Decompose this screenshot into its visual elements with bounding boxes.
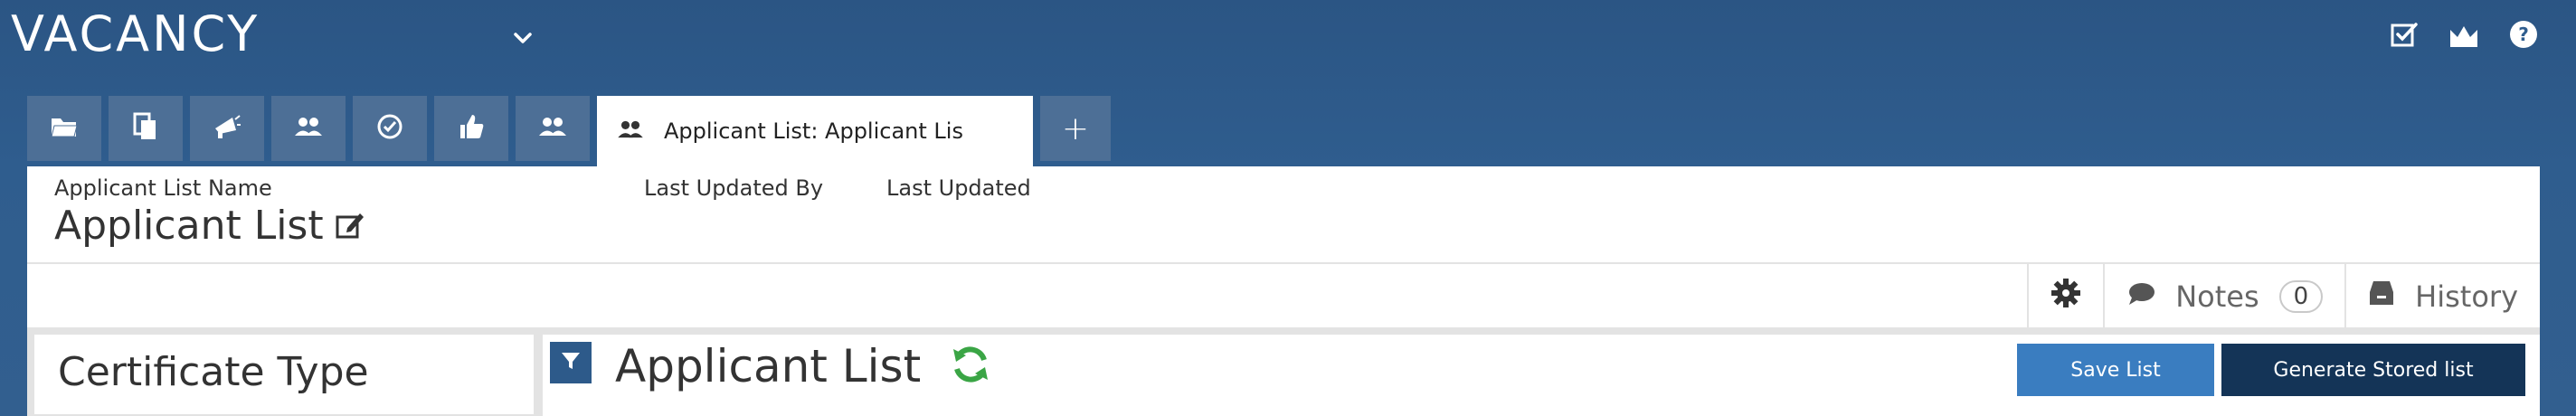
- record-tabs: Applicant List: Applicant List 2 +: [27, 96, 1111, 166]
- help-icon[interactable]: ?: [2507, 18, 2540, 51]
- people-icon: [294, 116, 323, 141]
- tab-documents[interactable]: [109, 96, 183, 161]
- megaphone-icon: [213, 114, 242, 143]
- tab-applicant-list-active[interactable]: Applicant List: Applicant List 2: [597, 96, 1033, 166]
- save-list-button[interactable]: Save List: [2017, 344, 2214, 396]
- app-title: VACANCY: [11, 5, 260, 62]
- last-updated-by-label: Last Updated By: [644, 175, 824, 201]
- people-icon: [538, 116, 567, 141]
- panel-toolbar: Notes 0 History: [27, 262, 2540, 329]
- gear-icon: [2050, 278, 2081, 316]
- tab-applicants[interactable]: [271, 96, 346, 161]
- applicant-list-panel: Applicant List Name Applicant List Last …: [27, 166, 2540, 416]
- filter-button[interactable]: [550, 342, 592, 383]
- tab-approval[interactable]: [434, 96, 508, 161]
- documents-icon: [133, 112, 158, 145]
- check-circle-icon: [376, 113, 403, 144]
- notes-button[interactable]: Notes 0: [2105, 264, 2347, 329]
- tab-review[interactable]: [353, 96, 427, 161]
- notes-label: Notes: [2175, 279, 2259, 314]
- notes-count-badge: 0: [2278, 280, 2324, 313]
- list-name-value: Applicant List: [54, 203, 324, 249]
- active-tab-label: Applicant List: Applicant List 2: [664, 118, 962, 144]
- svg-text:?: ?: [2518, 24, 2529, 45]
- applicant-list-content: Applicant List Save List Generate Stored…: [543, 335, 2540, 416]
- history-button[interactable]: History: [2346, 264, 2540, 329]
- applicant-list-workspace: Certificate Type Applicant List Save Lis…: [27, 327, 2540, 416]
- tab-announcements[interactable]: [190, 96, 264, 161]
- generate-stored-list-button[interactable]: Generate Stored list: [2221, 344, 2525, 396]
- edit-icon[interactable]: [335, 210, 365, 241]
- certificate-type-title: Certificate Type: [58, 349, 369, 395]
- plus-icon: +: [1061, 109, 1090, 147]
- thumbs-up-icon: [459, 113, 484, 144]
- people-icon: [617, 119, 644, 143]
- tab-folder[interactable]: [27, 96, 101, 161]
- comment-icon: [2126, 279, 2155, 314]
- filter-icon: [560, 350, 582, 375]
- dashboard-chart-icon[interactable]: [2448, 18, 2480, 51]
- refresh-icon[interactable]: [948, 342, 993, 387]
- last-updated-label: Last Updated: [886, 175, 1031, 201]
- header-actions: ?: [2388, 18, 2540, 51]
- tab-applicant-lists[interactable]: [516, 96, 590, 161]
- settings-button[interactable]: [2029, 264, 2106, 329]
- certificate-type-panel: Certificate Type: [34, 335, 534, 416]
- task-check-icon[interactable]: [2388, 18, 2420, 51]
- folder-icon: [51, 115, 78, 142]
- applicant-list-heading: Applicant List: [615, 340, 922, 392]
- add-tab-button[interactable]: +: [1040, 96, 1111, 161]
- history-label: History: [2415, 279, 2518, 314]
- archive-icon: [2368, 279, 2395, 314]
- chevron-down-icon[interactable]: [510, 25, 535, 51]
- panel-toolbar-actions: Notes 0 History: [2027, 264, 2540, 329]
- list-name-label: Applicant List Name: [54, 175, 272, 201]
